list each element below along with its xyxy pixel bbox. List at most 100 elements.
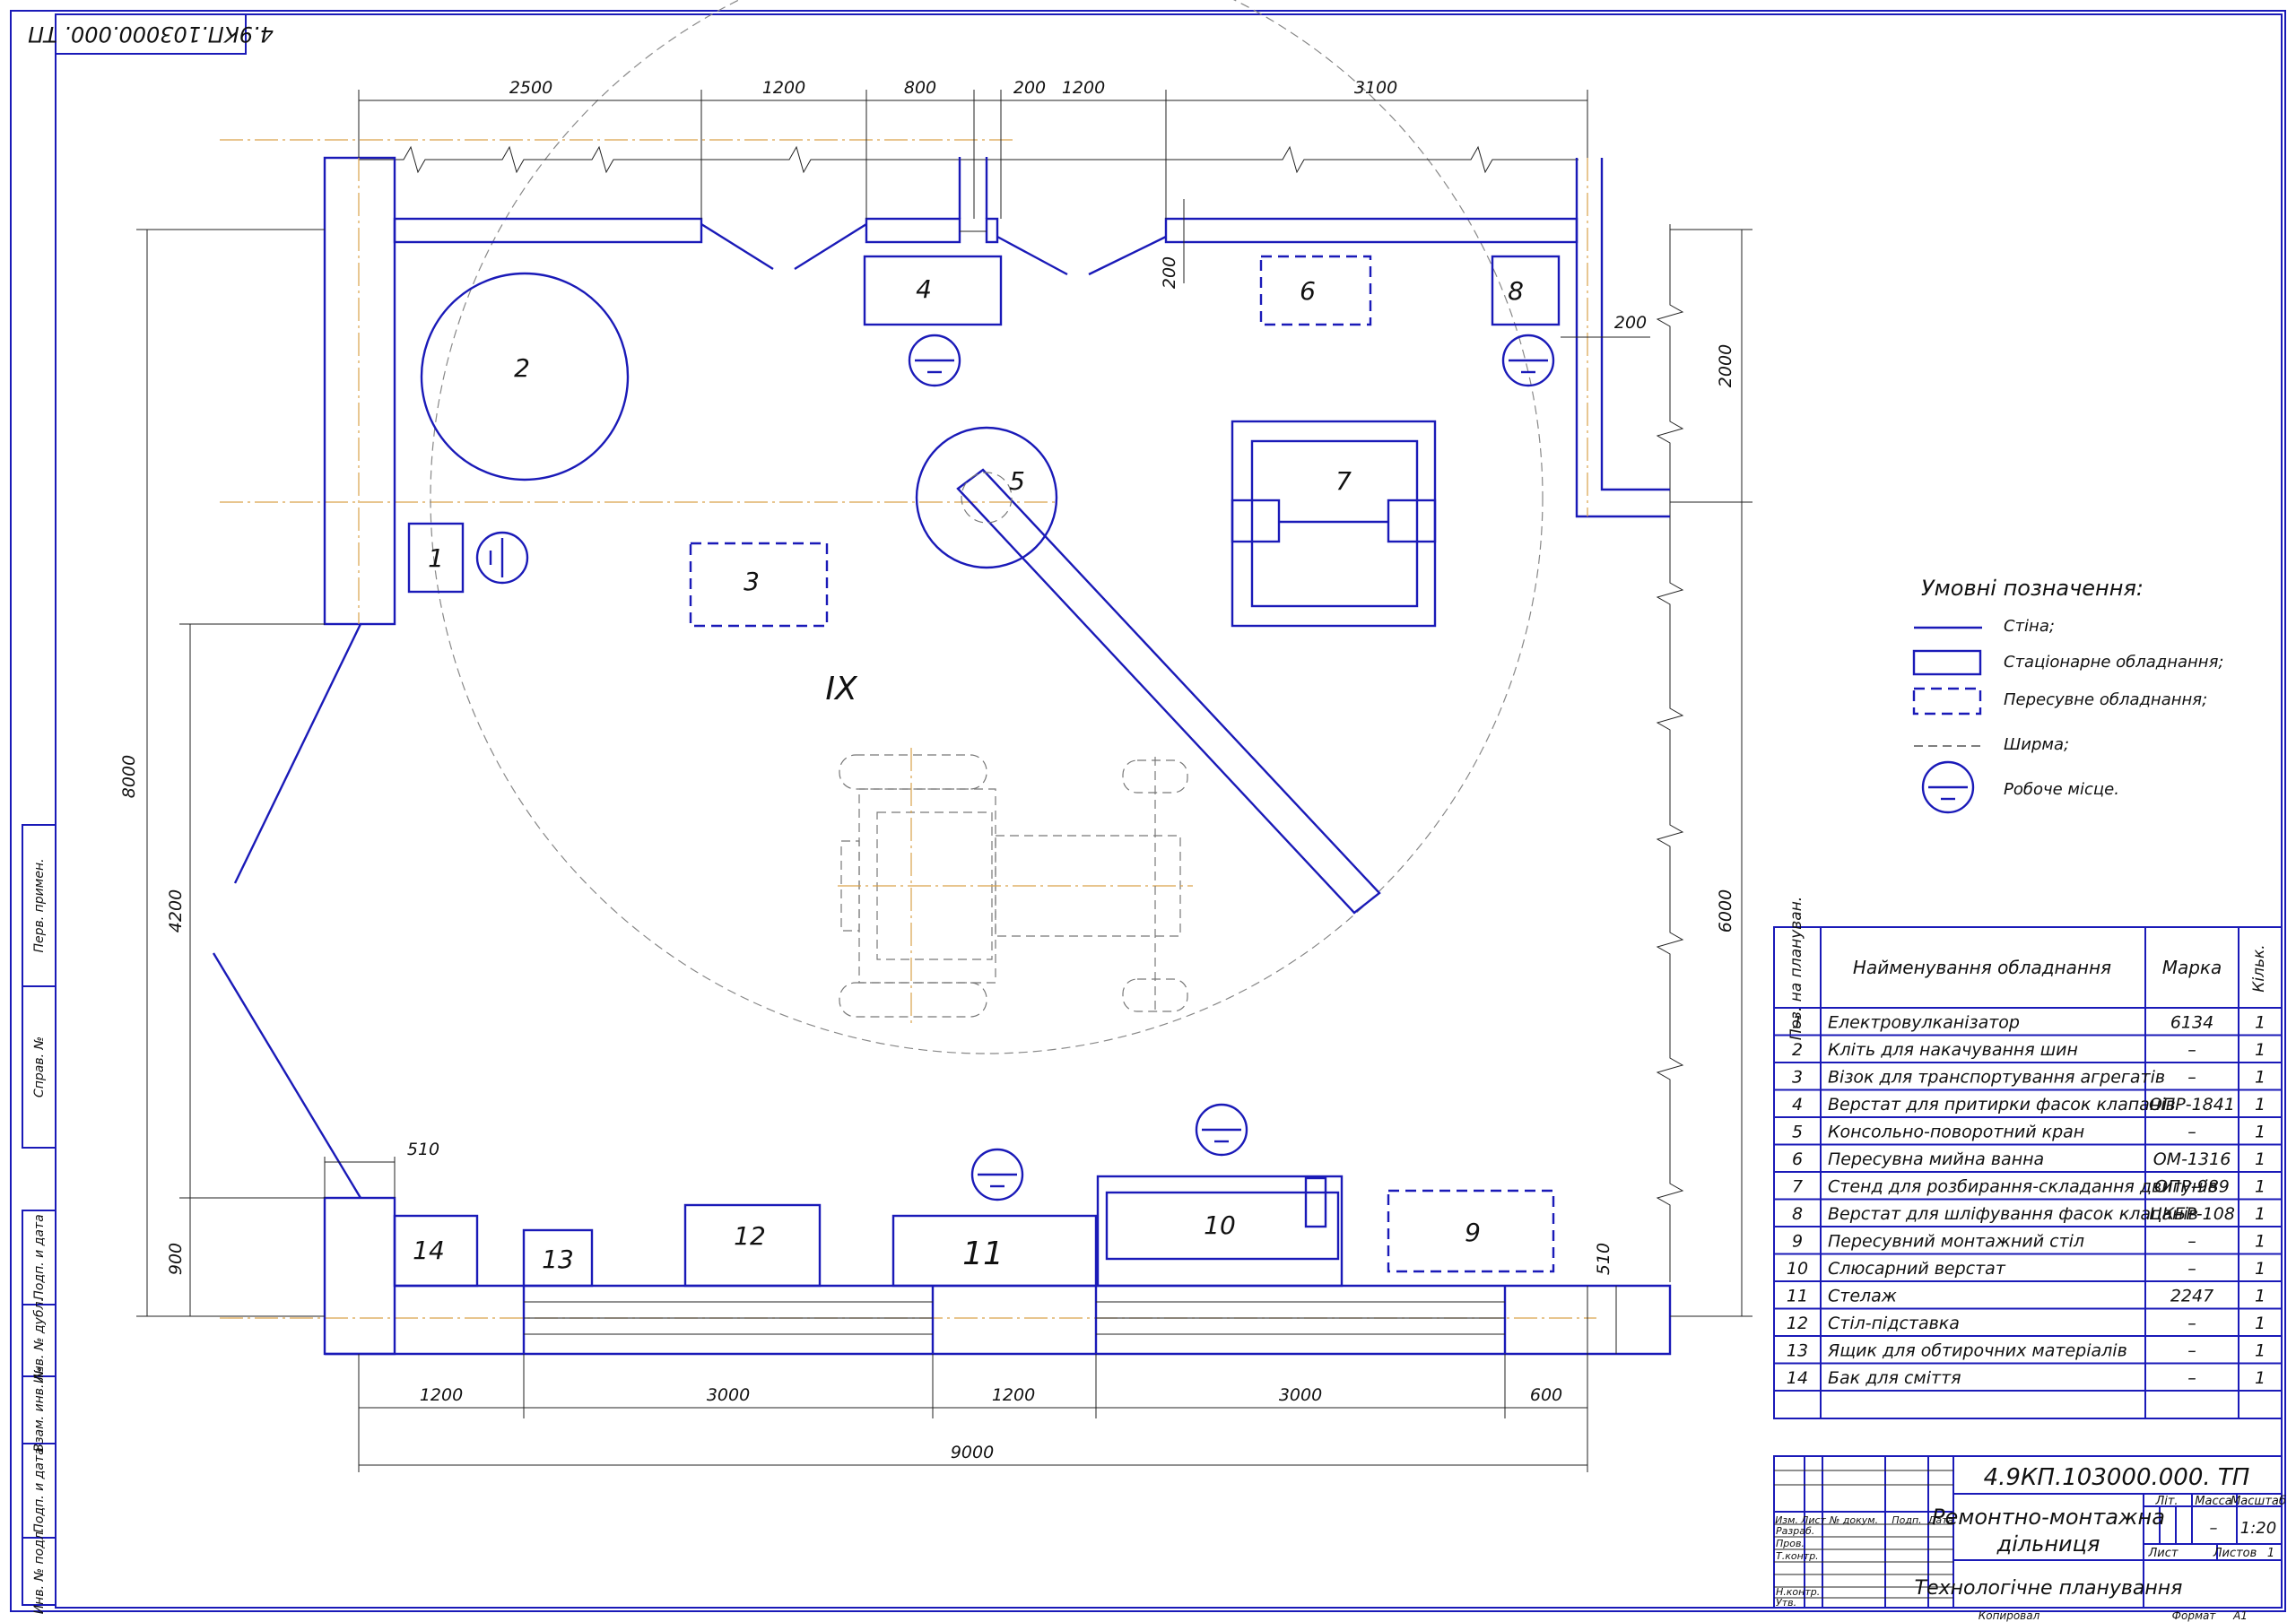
spec-cell-pos: 6 [1792,1149,1803,1169]
side-stamp-label-1: Перв. примен. [32,858,47,952]
top-wall-segment-1 [393,217,703,244]
title-copied: Копировал [1979,1609,2040,1622]
equipment-7-inner [1250,439,1419,608]
title-block: Изм. Лист № докум. Подп. Дата Разраб. Пр… [1773,1455,2286,1622]
dim-pillar-b: 200 [1614,313,1647,333]
spec-cell-mark: – [2187,1068,2196,1088]
title-sheets-value: 1 [2267,1547,2274,1560]
workplace-marker-3 [475,531,529,585]
equipment-4 [863,255,1003,326]
title-col-mass: Масса [2195,1495,2231,1508]
top-code-text: 4.9КП.103000.000. ТП [28,22,274,47]
room-label: IX [825,671,858,707]
side-stamp-label-3: Подп. и дата [32,1214,47,1299]
dim-top-5: 1200 [1062,78,1105,98]
dim-top-1: 2500 [509,78,552,98]
spec-cell-pos: 9 [1792,1232,1803,1252]
title-block-subtitle: Технологічне планування [1915,1577,2183,1600]
title-row-label-4: Подп. [1892,1514,1921,1526]
right-break-line [1656,224,1684,1282]
spec-cell-mark: 6134 [2170,1013,2213,1033]
spec-cell-qty: 1 [2255,1259,2266,1279]
equipment-9-label: 9 [1465,1218,1481,1247]
equipment-13-label: 13 [542,1245,574,1274]
door-leaf-2 [794,222,867,271]
legend: Умовні позначення: Стіна; Стаціонарне об… [1912,576,2223,814]
spec-header-mark: Марка [2162,957,2222,978]
spec-cell-mark: – [2187,1314,2196,1333]
spec-cell-mark: – [2187,1368,2196,1388]
legend-title: Умовні позначення: [1921,576,2144,601]
spec-cell-qty: 1 [2255,1013,2266,1033]
title-left-label-2: Пров. [1776,1538,1805,1549]
equipment-5-label: 5 [1009,466,1025,496]
workplace-marker-5 [970,1148,1024,1201]
dim-left-bottom: 900 [166,1243,186,1275]
spec-cell-name: Слюсарний верстат [1828,1259,2006,1279]
floor-plan: 1 2 3 4 5 6 7 8 9 10 11 12 13 14 IX 2500… [119,0,1752,1472]
spec-cell-name: Пересувний монтажний стіл [1828,1232,2084,1252]
spec-cell-pos: 7 [1792,1177,1803,1197]
door-leaf-3 [996,235,1068,276]
spec-cell-pos: 8 [1792,1204,1803,1224]
spec-cell-mark: – [2187,1232,2196,1252]
legend-item-5: Робоче місце. [2004,780,2119,799]
legend-item-3: Пересувне обладнання; [2004,690,2207,709]
title-block-code: 4.9КП.103000.000. ТП [1984,1464,2250,1491]
legend-symbol-mobile [1912,687,1982,716]
legend-item-4: Ширма; [2004,735,2069,754]
equipment-1-label: 1 [428,543,444,573]
equipment-3-label: 3 [744,567,760,596]
dim-bottom-2: 3000 [707,1385,750,1405]
dim-left-middle: 4200 [166,889,186,932]
spec-cell-name: Електровулканізатор [1828,1013,2020,1033]
equipment-5-boom [956,468,1381,915]
title-left-label-5: Утв. [1776,1597,1796,1609]
title-format-value: А1 [2232,1609,2248,1622]
spec-cell-pos: 2 [1792,1040,1803,1060]
equipment-5-base [915,426,1058,569]
spec-cell-qty: 1 [2255,1095,2266,1115]
spec-cell-pos: 4 [1792,1095,1803,1115]
dim-right-top: 2000 [1716,344,1735,387]
side-stamp-label-7: Инв. № подл. [32,1528,47,1615]
spec-cell-name: Пересувна мийна ванна [1828,1149,2044,1169]
left-door-leaf-2 [212,952,362,1199]
spec-cell-qty: 1 [2255,1068,2266,1088]
equipment-7-label: 7 [1335,466,1352,496]
equipment-11-label: 11 [962,1236,1004,1272]
title-scale-value: 1:20 [2240,1519,2276,1538]
bottom-wall [325,1284,1672,1356]
spec-cell-qty: 1 [2255,1368,2266,1388]
spec-header-name: Найменування обладнання [1853,957,2111,978]
side-stamp-label-6: Подп. и дата [32,1447,47,1532]
spec-cell-pos: 5 [1792,1123,1803,1142]
title-col-scale: Масштаб [2231,1495,2286,1508]
spec-cell-pos: 3 [1792,1068,1803,1088]
dim-top-4: 200 [1013,78,1046,98]
spec-table: Поз. на плануван. Найменування обладнанн… [1773,897,2283,1419]
spec-cell-mark: – [2187,1341,2196,1361]
title-left-label-3: Т.контр. [1776,1550,1819,1562]
spec-cell-name: Консольно-поворотний кран [1828,1123,2084,1142]
left-wall-lower [323,1196,396,1356]
equipment-8 [1491,255,1561,326]
legend-item-1: Стіна; [2004,617,2055,636]
side-stamp: Перв. примен. Справ. № Подп. и дата Инв.… [22,824,57,1615]
dim-bottom-3: 1200 [992,1385,1035,1405]
title-format: Формат [2172,1609,2217,1622]
spec-cell-mark: ЦКБР-108 [2149,1204,2235,1224]
spec-cell-qty: 1 [2255,1287,2266,1306]
title-row-label-3: № докум. [1829,1514,1878,1526]
dim-right-bottom: 6000 [1716,889,1735,932]
spec-cell-name: Ящик для обтирочних матеріалів [1827,1341,2127,1361]
spec-cell-pos: 13 [1787,1341,1808,1361]
dim-bottom-5: 600 [1530,1385,1562,1405]
dim-top-2: 1200 [762,78,805,98]
equipment-4-label: 4 [916,274,932,304]
side-stamp-label-2: Справ. № [32,1037,47,1097]
engine-outline [838,748,1193,1024]
legend-symbol-workplace [1921,760,1975,814]
spec-cell-pos: 10 [1787,1259,1808,1279]
spec-cell-name: Кліть для накачування шин [1828,1040,2078,1060]
